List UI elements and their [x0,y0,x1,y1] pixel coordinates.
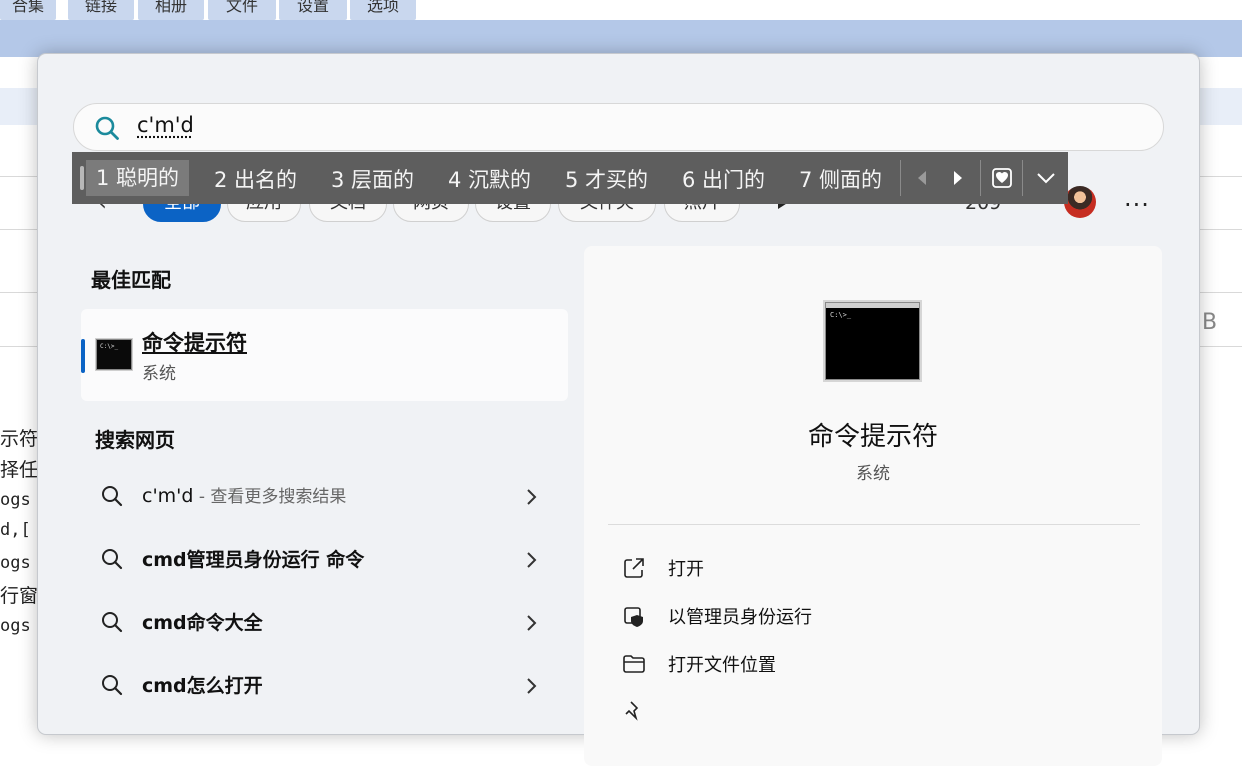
ime-separator [1022,160,1023,196]
pin-icon [625,701,639,721]
web-result-item[interactable]: c'm'd - 查看更多搜索结果 [81,472,568,524]
web-result-text: cmd怎么打开 [142,675,263,697]
background-tab[interactable]: 设置 [279,0,347,20]
action-pin[interactable] [622,697,1122,727]
selection-indicator [81,339,85,373]
next-page-icon[interactable] [946,166,970,190]
web-result-text: c'm'd - 查看更多搜索结果 [142,485,347,507]
background-text: 择任 [0,459,39,481]
ime-candidate[interactable]: 6 出门的 [682,164,765,194]
search-icon [102,612,123,633]
search-icon [102,486,123,507]
best-match-heading: 最佳匹配 [91,268,171,292]
favorites-heart-icon[interactable] [990,166,1014,190]
ime-candidate[interactable]: 1 聪明的 [86,160,190,196]
best-match-subtitle: 系统 [142,364,176,384]
action-run-as-admin[interactable]: 以管理员身份运行 [622,601,1122,631]
web-result-item[interactable]: cmd命令大全 [81,598,568,650]
background-tab[interactable]: 相册 [138,0,204,20]
command-prompt-icon: C:\>_ [825,302,920,380]
background-tab-strip: 合集 链接 相册 文件 设置 选项 [0,0,1242,20]
chevron-right-icon [527,615,537,631]
search-input[interactable]: c'm'd [137,113,194,137]
background-tab[interactable]: 合集 [0,0,56,20]
action-label: 以管理员身份运行 [668,607,812,628]
background-tab[interactable]: 链接 [68,0,134,20]
web-result-item[interactable]: cmd怎么打开 [81,661,568,713]
ime-candidate[interactable]: 4 沉默的 [448,164,531,194]
more-options-button[interactable]: ... [1124,184,1150,212]
background-tab[interactable]: 文件 [208,0,276,20]
detail-pane: C:\>_ 命令提示符 系统 打开 以管理员身份运行 打开文件位置 [584,246,1162,766]
background-text: B [1202,310,1218,335]
action-open-file-location[interactable]: 打开文件位置 [622,649,1122,679]
ime-candidate[interactable]: 7 侧面的 [799,164,882,194]
ime-candidate-bar: 1 聪明的 2 出名的 3 层面的 4 沉默的 5 才买的 6 出门的 7 侧面… [72,152,1068,204]
chevron-right-icon [527,552,537,568]
avatar[interactable] [1064,186,1096,218]
search-icon [95,116,119,140]
detail-app-name: 命令提示符 [807,422,938,452]
ime-separator [980,160,981,196]
web-result-text: cmd命令大全 [142,612,263,634]
open-external-icon [624,558,644,578]
action-label: 打开文件位置 [668,655,776,676]
web-search-heading: 搜索网页 [95,428,175,452]
drag-handle[interactable] [80,166,84,190]
command-prompt-icon: C:\>_ [96,339,132,370]
chevron-down-icon[interactable] [1034,166,1058,190]
ime-separator [900,160,901,196]
chevron-right-icon [527,489,537,505]
background-tab[interactable]: 选项 [350,0,416,20]
ime-candidate[interactable]: 5 才买的 [565,164,648,194]
action-open[interactable]: 打开 [622,553,1122,583]
detail-divider [608,524,1140,525]
web-result-text: cmd管理员身份运行 命令 [142,549,365,571]
chevron-right-icon [527,678,537,694]
previous-page-icon[interactable] [910,166,934,190]
best-match-name: 命令提示符 [142,331,247,355]
web-result-item[interactable]: cmd管理员身份运行 命令 [81,535,568,587]
background-text: d,[ [0,520,31,540]
folder-icon [623,655,645,673]
search-box[interactable]: c'm'd [73,103,1164,151]
shield-icon [624,607,643,627]
search-icon [102,675,123,696]
background-header-band [0,20,1242,57]
background-text: ogs [0,490,31,510]
action-label: 打开 [668,559,704,580]
ime-candidate[interactable]: 3 层面的 [331,164,414,194]
detail-app-subtitle: 系统 [856,464,890,484]
ime-candidate[interactable]: 2 出名的 [214,164,297,194]
background-text: ogs [0,616,31,636]
best-match-result[interactable]: C:\>_ 命令提示符 系统 [81,309,568,401]
search-icon [102,549,123,570]
background-text: ogs [0,553,31,573]
